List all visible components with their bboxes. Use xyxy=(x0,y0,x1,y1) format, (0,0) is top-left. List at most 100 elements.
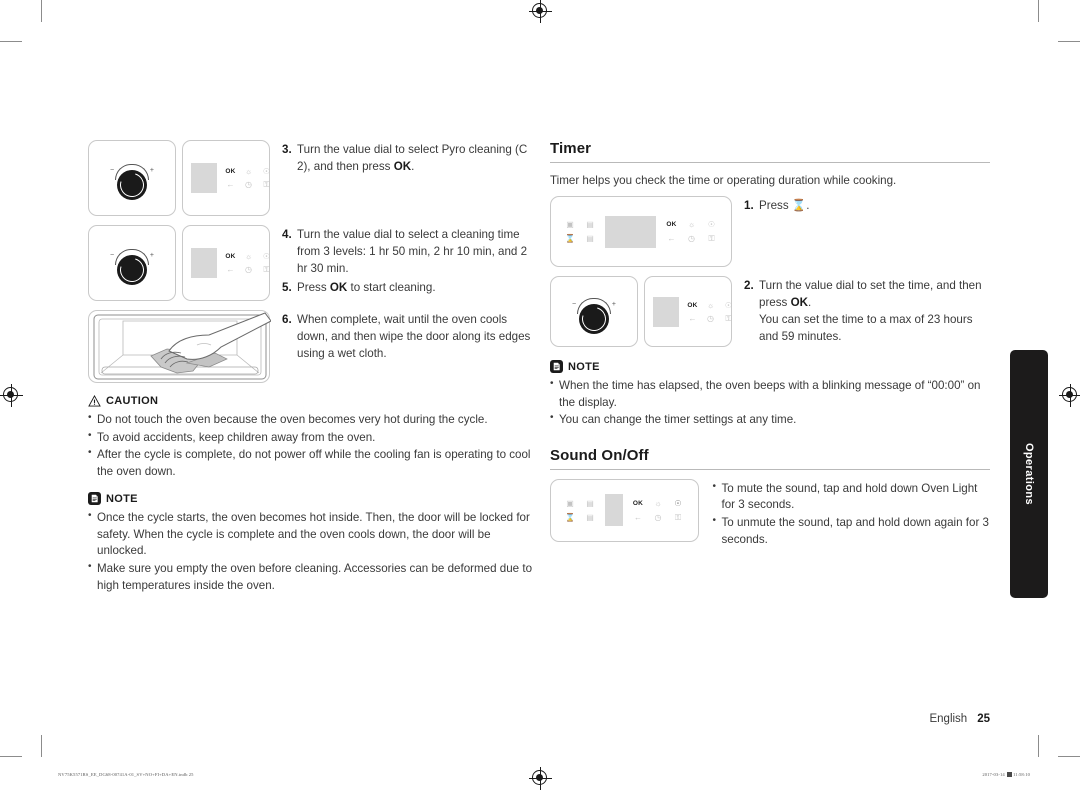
oven-light-icon: ☉ xyxy=(674,498,682,508)
ok-icon: OK xyxy=(225,253,236,260)
note-item: When the time has elapsed, the oven beep… xyxy=(550,377,990,411)
back-arrow-icon: ← xyxy=(667,234,676,244)
sound-text: To mute the sound, tap and hold down Ove… xyxy=(699,479,991,549)
crop-mark-bl-v xyxy=(41,735,42,757)
print-timestamp: 2017-03-14 11:58:10 xyxy=(982,772,1030,777)
child-lock-icon: ⚿ xyxy=(674,512,682,522)
caution-item: Do not touch the oven because the oven b… xyxy=(88,411,536,429)
probe-icon: ☼ xyxy=(244,252,253,261)
step-6-body: When complete, wait until the oven cools… xyxy=(297,313,531,360)
menu-icon: ▤ xyxy=(586,220,594,230)
panel-icon-grid-2: OK ☼ ☉ ← ◷ ⚿ xyxy=(223,251,274,275)
step-5-bold: OK xyxy=(329,280,348,294)
note-list-right: When the time has elapsed, the oven beep… xyxy=(550,377,990,429)
note-item: Make sure you empty the oven before clea… xyxy=(88,560,536,594)
step-4-text: 4. Turn the value dial to select a clean… xyxy=(270,225,536,299)
step-6-number: 6. xyxy=(282,313,292,326)
hourglass-timer-icon: ⌛ xyxy=(791,199,807,213)
step-3-row: − + OK ☼ ☉ ← ◷ ⚿ 3. Turn the value dial … xyxy=(88,140,536,216)
back-arrow-icon: ← xyxy=(634,512,642,522)
timer-step-2-line2: You can set the time to a max of 23 hour… xyxy=(759,313,973,344)
chapter-thumb-tab-label: Operations xyxy=(1023,442,1035,506)
note-item: You can change the timer settings at any… xyxy=(550,411,990,429)
timer-step-2-figures: − + OK ☼ ☉ ← ◷ ⚿ xyxy=(550,276,732,348)
probe-icon: ☼ xyxy=(654,498,662,508)
ok-icon: OK xyxy=(666,221,677,229)
dial-graphic: − + xyxy=(110,162,154,202)
timer-step-2-body: Turn the value dial to set the time, and… xyxy=(759,278,990,346)
step-3-bold: OK xyxy=(393,159,412,173)
panel-right-icons-sound: OK ☼ ☉ ← ◷ ⚿ xyxy=(631,498,686,523)
left-column: − + OK ☼ ☉ ← ◷ ⚿ 3. Turn the value dial … xyxy=(88,140,536,595)
sound-heading: Sound On/Off xyxy=(550,447,990,470)
probe-icon: ☼ xyxy=(244,167,253,176)
figure-control-panel-wide: ▣ ▤ ⌛ ▤ OK ☼ ☉ ← ◷ ⚿ xyxy=(550,196,732,268)
oven-light-icon: ☉ xyxy=(724,300,733,310)
dial-plus-label: + xyxy=(149,166,154,174)
step-6-text: 6. When complete, wait until the oven co… xyxy=(270,310,536,365)
child-lock-icon: ⚿ xyxy=(725,313,732,323)
caution-item: After the cycle is complete, do not powe… xyxy=(88,446,536,480)
figure-control-panel-3: OK ☼ ☉ ← ◷ ⚿ xyxy=(644,276,732,348)
step-4-row: − + OK ☼ ☉ ← ◷ ⚿ 4. Turn the value dial … xyxy=(88,225,536,301)
panel-display-2 xyxy=(191,248,217,278)
caution-list: Do not touch the oven because the oven b… xyxy=(88,411,536,480)
right-column: Timer Timer helps you check the time or … xyxy=(550,140,990,549)
timer-lead: Timer helps you check the time or operat… xyxy=(550,174,897,187)
dial-graphic-2: − + xyxy=(110,247,154,287)
panel-left-icons-sound: ▣ ▤ ⌛ ▤ xyxy=(563,498,597,523)
figure-value-dial-2: − + xyxy=(88,225,176,301)
timer-step-1-post: . xyxy=(806,199,810,213)
back-arrow-icon: ← xyxy=(688,313,697,323)
dial-minus-label-2: − xyxy=(110,251,115,259)
crop-mark-bl-h xyxy=(0,756,22,757)
child-lock-icon: ⚿ xyxy=(263,265,270,274)
back-arrow-icon: ← xyxy=(226,180,235,189)
hourglass-timer-icon: ⌛ xyxy=(565,234,575,244)
figure-value-dial: − + xyxy=(88,140,176,216)
menu-icon: ▤ xyxy=(586,498,594,508)
panel-icon-grid: OK ☼ ☉ ← ◷ ⚿ xyxy=(223,166,274,190)
registration-mark-bottom xyxy=(529,767,552,790)
step-4-body: Turn the value dial to select a cleaning… xyxy=(297,228,528,275)
step-3-figures: − + OK ☼ ☉ ← ◷ ⚿ xyxy=(88,140,270,216)
print-date: 2017-03-14 xyxy=(982,772,1005,777)
clock-icon: ◷ xyxy=(688,234,695,244)
probe-icon: ☼ xyxy=(706,300,715,310)
caution-block: CAUTION Do not touch the oven because th… xyxy=(88,395,536,480)
step-4-number: 4. xyxy=(282,228,292,241)
timer-heading: Timer xyxy=(550,140,990,163)
step-3-text: 3. Turn the value dial to select Pyro cl… xyxy=(270,140,536,178)
page-footer: English 25 xyxy=(929,713,990,725)
crop-mark-br-v xyxy=(1038,735,1039,757)
panel-display-3 xyxy=(653,296,679,327)
note-block-left: NOTE Once the cycle starts, the oven bec… xyxy=(88,492,536,594)
step-5: 5. Press OK to start cleaning. xyxy=(282,280,536,297)
print-file-name: NV75K5571RS_EE_DG68-00741A-01_SV+NO+FI+D… xyxy=(58,772,194,777)
figure-control-panel: OK ☼ ☉ ← ◷ ⚿ xyxy=(182,140,270,216)
dial-plus-label-2: + xyxy=(149,251,154,259)
panel-icon-grid-3: OK ☼ ☉ ← ◷ ⚿ xyxy=(685,300,736,324)
timer-step-1-text: 1. Press ⌛. xyxy=(732,196,990,217)
sound-list: To mute the sound, tap and hold down Ove… xyxy=(713,480,991,548)
panel-left-icons: ▣ ▤ ⌛ ▤ xyxy=(563,219,597,244)
dial-plus-label-3: + xyxy=(611,300,616,308)
clock-icon: ◷ xyxy=(245,265,252,274)
timer-step-2-bold: OK xyxy=(790,296,808,310)
figure-control-panel-sound: ▣ ▤ ⌛ ▤ OK ☼ ☉ ← ◷ ⚿ xyxy=(550,478,699,542)
step-6-figures xyxy=(88,310,271,383)
timer-step-1-row: ▣ ▤ ⌛ ▤ OK ☼ ☉ ← ◷ ⚿ 1. Press ⌛. xyxy=(550,196,990,268)
step-6: 6. When complete, wait until the oven co… xyxy=(282,312,536,363)
note-document-icon xyxy=(550,360,563,374)
step-3-period: . xyxy=(411,159,415,173)
ok-icon: OK xyxy=(225,168,236,175)
note-document-icon xyxy=(88,492,101,506)
cook-mode-icon: ▣ xyxy=(566,220,574,230)
timer-step-2-post: . xyxy=(807,296,812,310)
note-heading-right: NOTE xyxy=(550,360,990,374)
timer-step-1-number: 1. xyxy=(744,199,754,213)
temperature-icon: ▤ xyxy=(586,234,594,244)
timer-step-2-text: 2. Turn the value dial to set the time, … xyxy=(732,276,990,348)
back-arrow-icon: ← xyxy=(226,265,235,274)
caution-title: CAUTION xyxy=(106,395,159,407)
